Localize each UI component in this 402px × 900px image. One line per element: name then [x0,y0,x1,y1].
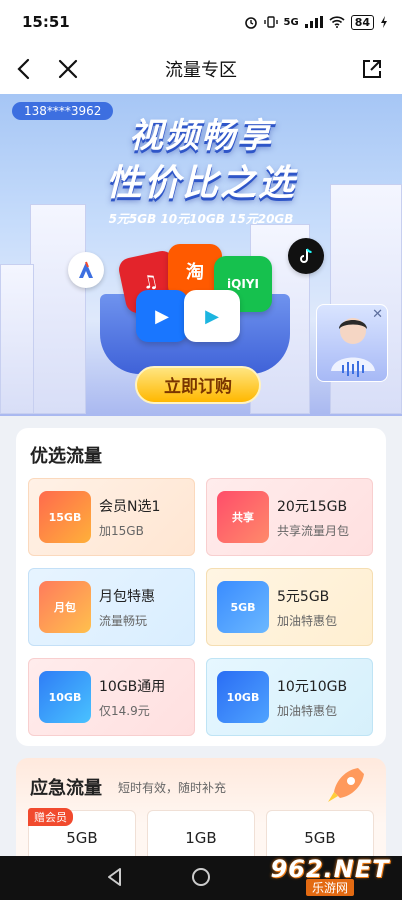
charging-icon [381,16,387,28]
package-desc: 仅14.9元 [99,703,150,718]
tiktok-icon [288,238,324,274]
assistant-widget[interactable]: ✕ [316,304,388,382]
buy-now-button[interactable]: 立即订购 [135,366,261,404]
featured-packages-card: 优选流量 15GB 会员N选1 加15GB 共享 20元15GB 共享流量月包 月包… [16,428,386,746]
alarm-icon [244,17,257,29]
status-icons: 5G 84 [244,14,388,30]
banner-subline: 5元5GB 10元10GB 15元20GB [108,212,294,226]
package-name: 5元5GB [277,588,330,605]
wifi-icon [329,16,345,28]
status-time: 15:51 [22,13,70,31]
data-card-icon: 10GB [217,671,269,723]
building-decoration [0,264,34,414]
share-package-icon: 共享 [217,491,269,543]
vibrate-icon [263,16,278,28]
app-logo-icon [68,252,104,288]
package-name: 10元10GB [277,678,348,695]
tencent-video-icon: ▶ [184,290,240,342]
package-desc: 加15GB [99,523,144,538]
close-icon[interactable]: ✕ [372,307,383,322]
video-app-icon: ▶ [136,290,188,342]
signal-icon [304,16,323,28]
section-title: 应急流量 [30,778,102,799]
building-decoration [30,204,86,414]
section-title: 优选流量 [30,446,102,467]
banner-headline-2: 性价比之选 [105,163,296,204]
package-desc: 流量畅玩 [99,613,148,628]
back-triangle-icon[interactable] [104,866,126,888]
package-tile[interactable]: 15GB 会员N选1 加15GB [28,478,195,556]
back-button[interactable] [2,47,46,91]
package-desc: 共享流量月包 [277,523,350,538]
share-icon [363,60,381,78]
banner-headline: 视频畅享 [129,116,273,156]
package-tile[interactable]: 5GB 5元5GB 加油特惠包 [206,568,373,646]
promo-banner[interactable]: 138****3962 视频畅享 性价比之选 5元5GB 10元10GB 15元… [0,94,402,416]
network-type: 5G [283,16,299,28]
rocket-icon [328,768,364,802]
site-watermark: 962.NET 乐游网 [260,852,400,898]
battery-level: 84 [350,14,374,30]
package-value: 5GB [304,829,336,847]
member-gift-badge: 赠会员 [28,808,73,826]
gift-box-icon: 月包 [39,581,91,633]
package-tile[interactable]: 10GB 10GB通用 仅14.9元 [28,658,195,736]
package-tile[interactable]: 10GB 10元10GB 加油特惠包 [206,658,373,736]
watermark-text: 乐游网 [305,878,354,896]
package-desc: 加油特惠包 [277,703,338,718]
calendar-icon: 5GB [217,581,269,633]
status-bar: 15:51 5G 84 [0,0,402,44]
close-button[interactable] [46,47,90,91]
package-value: 5GB [66,829,98,847]
package-desc: 加油特惠包 [277,613,338,628]
package-value: 1GB [185,829,217,847]
nav-bar: 流量专区 [0,44,402,94]
package-name: 会员N选1 [99,498,161,515]
package-tile[interactable]: 月包 月包特惠流量畅玩 [28,568,195,646]
package-name: 月包特惠 [99,588,155,605]
chevron-left-icon [17,58,30,80]
package-name: 20元15GB [277,498,348,515]
close-icon [58,59,78,79]
section-subtitle: 短时有效，随时补充 [118,781,227,795]
package-name: 10GB通用 [99,678,166,695]
package-tile[interactable]: 共享 20元15GB 共享流量月包 [206,478,373,556]
member-package-icon: 15GB [39,491,91,543]
home-circle-icon[interactable] [190,866,212,888]
share-button[interactable] [350,47,394,91]
universal-data-icon: 10GB [39,671,91,723]
